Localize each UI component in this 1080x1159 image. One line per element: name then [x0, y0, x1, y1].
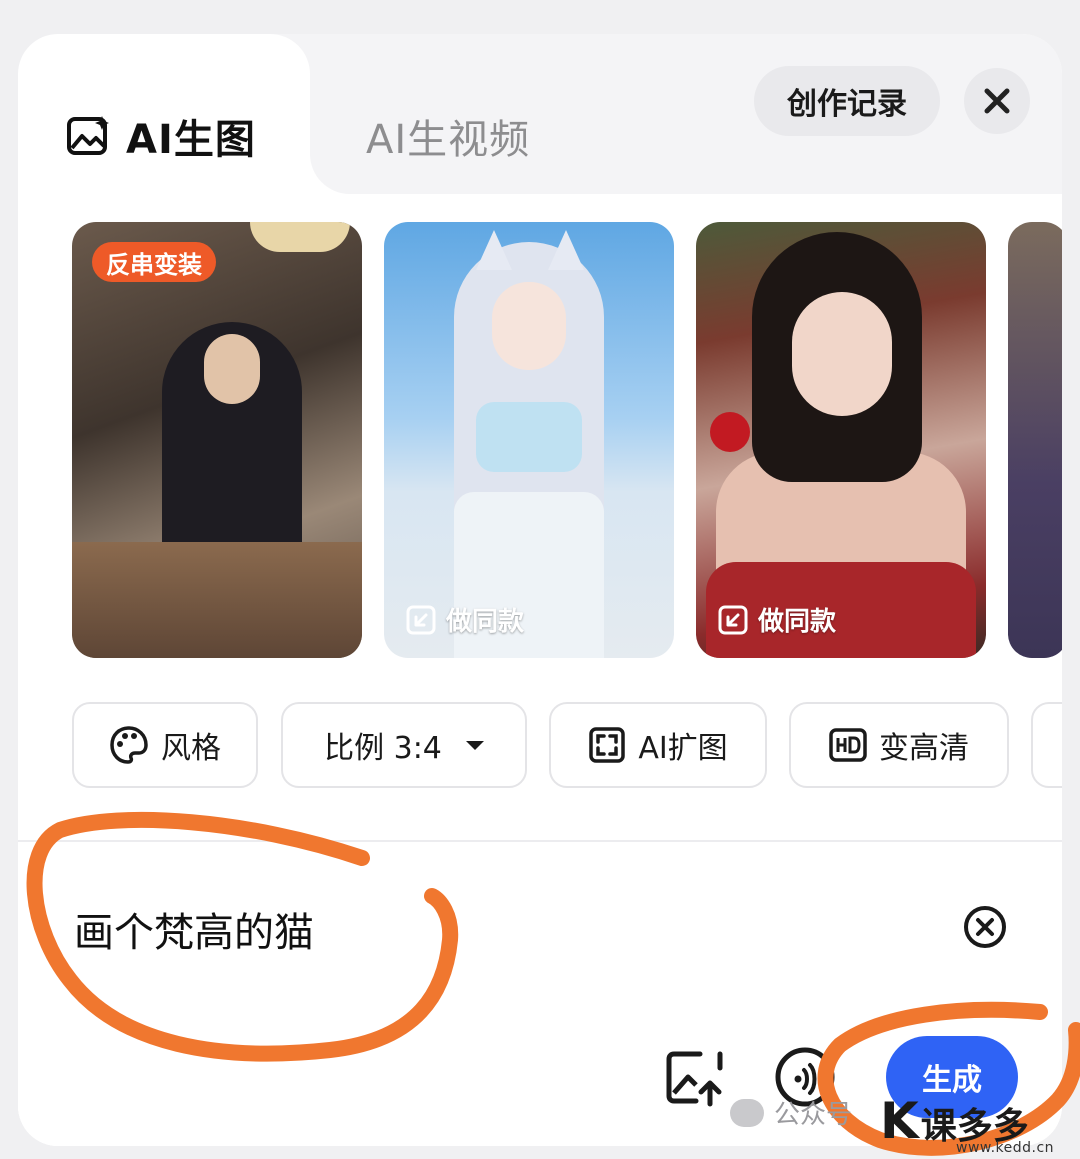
wechat-icon [730, 1098, 764, 1127]
brand-logo-icon: K [880, 1092, 919, 1150]
ai-expand-label: AI扩图 [638, 731, 728, 766]
tab-ai-video-label: AI生视频 [366, 117, 531, 163]
wechat-watermark: 公众号 [730, 1094, 852, 1131]
make-same-label: 做同款 [446, 607, 525, 637]
rose-shape [710, 412, 750, 452]
close-icon [984, 88, 1010, 114]
example-card-1[interactable]: 反串变装 [72, 222, 362, 658]
history-button-label: 创作记录 [787, 87, 907, 122]
make-same-icon [718, 605, 748, 634]
cat-ear-left [476, 230, 512, 270]
top-shape [476, 402, 582, 472]
example-card-3[interactable]: 做同款 [696, 222, 986, 658]
make-same-label: 做同款 [758, 607, 837, 637]
image-icon [67, 116, 109, 155]
close-button[interactable] [964, 68, 1030, 134]
caret-down-icon [465, 740, 484, 750]
clear-input-icon[interactable] [962, 904, 1008, 950]
upload-image-icon[interactable] [664, 1046, 726, 1108]
face-shape [492, 282, 566, 370]
prompt-input[interactable]: 画个梵高的猫 [74, 900, 314, 958]
cat-ear-right [548, 230, 584, 270]
style-button[interactable]: 风格 [72, 702, 258, 788]
upscale-hd-button[interactable]: 变高清 [789, 702, 1009, 788]
palette-icon [110, 726, 148, 764]
brand-url: www.kedd.cn [956, 1140, 1055, 1156]
face-shape [792, 292, 892, 416]
ai-expand-button[interactable]: AI扩图 [549, 702, 767, 788]
tab-curve [310, 154, 350, 194]
upscale-hd-label: 变高清 [879, 731, 969, 766]
face-shape [204, 334, 260, 404]
history-button[interactable]: 创作记录 [754, 66, 940, 136]
style-label: 风格 [161, 731, 221, 766]
ratio-label: 比例 3:4 [324, 731, 442, 766]
tab-ai-image[interactable]: AI生图 [66, 102, 256, 170]
make-same-button[interactable]: 做同款 [718, 601, 836, 638]
more-tool-chip[interactable] [1031, 702, 1062, 788]
watermark-account: 公众号 [774, 1100, 853, 1130]
example-card-4[interactable] [1008, 222, 1062, 658]
expand-frame-icon [589, 727, 626, 763]
ratio-dropdown[interactable]: 比例 3:4 [281, 702, 527, 788]
lamp-shape [250, 222, 350, 252]
example-card-2[interactable]: 做同款 [384, 222, 674, 658]
template-badge: 反串变装 [92, 242, 216, 282]
make-same-icon [406, 605, 436, 634]
hd-icon [829, 728, 867, 762]
ai-create-panel: AI生图 AI生视频 创作记录 反串变装 做同款 做同款 风格 比例 3:4 A… [18, 34, 1062, 1146]
table-shape [72, 542, 362, 658]
tab-ai-video[interactable]: AI生视频 [366, 102, 530, 170]
tab-ai-image-label: AI生图 [126, 117, 256, 163]
make-same-button[interactable]: 做同款 [406, 601, 524, 638]
